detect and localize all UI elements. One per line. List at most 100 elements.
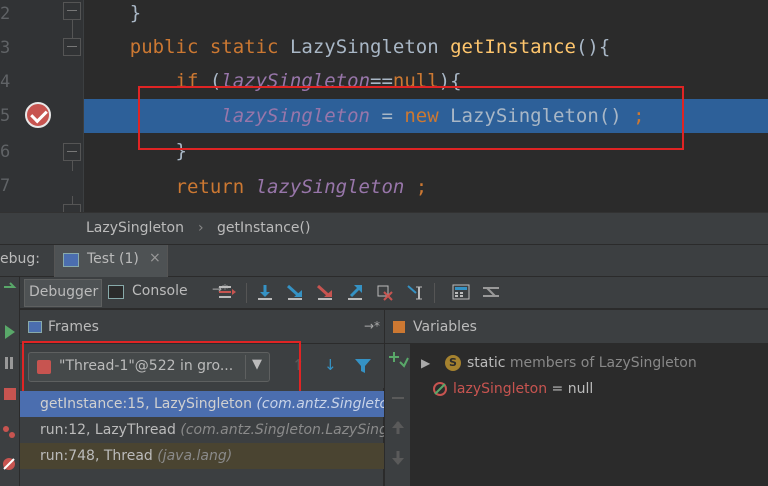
tab-console-label: Console (132, 283, 188, 299)
frame-package: (com.antz.Singleton.LazySingleton) (180, 422, 384, 438)
debug-side-actions (0, 277, 20, 486)
variable-name: lazySingleton (453, 381, 548, 397)
variable-entry: lazySingleton = null (453, 376, 593, 402)
code-line[interactable]: } (84, 0, 768, 30)
move-down-icon (392, 451, 404, 465)
frame-method: getInstance:15, LazySingleton (40, 396, 257, 412)
next-frame-icon[interactable]: ↓ (324, 358, 337, 373)
resume-icon (5, 325, 15, 339)
line-number: 6 (0, 142, 11, 162)
fold-start-icon[interactable] (63, 196, 81, 212)
breadcrumb-separator: › (198, 220, 204, 236)
frame-method: run:12, LazyThread (40, 422, 181, 438)
chevron-down-icon: ▼ (252, 357, 262, 372)
debug-tool-window-header: ebug: Test (1) × (0, 244, 768, 277)
code-editor[interactable]: 2 3 4 5 6 7 } public static LazySingleto… (0, 0, 768, 212)
fold-end-icon[interactable] (63, 2, 81, 30)
line-number: 7 (0, 176, 11, 196)
tab-label: Test (1) (87, 251, 139, 267)
fold-start-icon[interactable] (63, 30, 81, 56)
code-token: = (370, 105, 405, 127)
code-line-current-execution[interactable]: lazySingleton = new LazySingleton() ; (84, 99, 768, 133)
frame-row[interactable]: getInstance:15, LazySingleton (com.antz.… (20, 391, 384, 417)
show-execution-point-icon[interactable] (216, 281, 238, 303)
tab-console[interactable]: Console →* (106, 279, 230, 307)
debug-window-label: ebug: (0, 251, 40, 267)
run-config-icon (63, 253, 79, 267)
breakpoint-icon[interactable] (25, 102, 51, 128)
step-over-icon[interactable] (254, 281, 276, 303)
trace-current-stream-icon[interactable] (480, 281, 502, 303)
frame-package: (com.antz.Singleton.LazySingleton) (256, 396, 384, 412)
debug-side-icons (3, 282, 17, 470)
frame-row[interactable]: run:12, LazyThread (com.antz.Singleton.L… (20, 417, 384, 443)
variables-panel: Variables ▶ S static members of LazySing… (385, 310, 768, 486)
step-out-icon[interactable] (344, 281, 366, 303)
frame-package: (java.lang) (157, 448, 233, 464)
code-token: ; (633, 105, 645, 127)
variable-row-static-members[interactable]: ▶ S static members of LazySingleton (411, 350, 768, 376)
tab-debugger-label: Debugger (29, 284, 99, 300)
thread-bar: "Thread-1"@522 in gro... ▼ ↑ ↓ (20, 344, 384, 388)
variable-value: = null (547, 381, 594, 397)
expand-arrow-icon[interactable]: ▶ (421, 350, 430, 376)
tab-debugger[interactable]: Debugger (24, 279, 102, 307)
variable-row[interactable]: lazySingleton = null (411, 376, 768, 402)
filter-icon[interactable] (354, 358, 372, 374)
frame-row[interactable]: run:748, Thread (java.lang) (20, 443, 384, 469)
code-token: null (392, 70, 439, 92)
view-breakpoints-icon (3, 426, 15, 438)
code-token: lazySingleton (221, 70, 371, 92)
mute-breakpoints-icon (3, 458, 15, 470)
code-token: getInstance (450, 36, 576, 58)
fold-end-icon[interactable] (63, 143, 81, 171)
frames-title: Frames (48, 319, 99, 335)
line-number: 2 (0, 4, 11, 24)
code-line[interactable]: } (84, 134, 768, 168)
code-line[interactable]: if (lazySingleton==null){ (84, 64, 768, 98)
static-keyword: static (467, 355, 506, 371)
close-icon[interactable]: × (149, 250, 161, 266)
breadcrumb-item-method[interactable]: getInstance() (217, 220, 310, 236)
move-up-icon (392, 421, 404, 434)
thread-selector[interactable]: "Thread-1"@522 in gro... ▼ (28, 352, 270, 382)
code-token: } (175, 140, 187, 162)
code-token: == (370, 70, 393, 92)
frames-header: Frames →* (20, 310, 384, 344)
code-line[interactable]: public static LazySingleton getInstance(… (84, 30, 768, 64)
code-token: ){ (438, 70, 462, 92)
code-token: lazySingleton (255, 176, 405, 198)
force-step-into-icon[interactable] (314, 281, 336, 303)
previous-frame-icon[interactable]: ↑ (292, 358, 305, 373)
new-watch-icon (389, 352, 409, 368)
static-members-text: members of LazySingleton (505, 355, 697, 371)
evaluate-expression-icon[interactable] (450, 281, 472, 303)
variables-side-actions (385, 344, 411, 486)
drop-frame-icon[interactable] (374, 281, 396, 303)
toolbar-separator (246, 283, 247, 303)
code-line[interactable]: return lazySingleton ; (84, 170, 768, 204)
code-token: public (129, 36, 199, 58)
code-token: new (404, 105, 439, 127)
debugger-toolbar: Debugger Console →* (20, 277, 768, 309)
variables-icon (393, 321, 405, 333)
variables-side-icons (389, 352, 409, 465)
variable-label: static members of LazySingleton (467, 350, 697, 376)
breadcrumb-item-class[interactable]: LazySingleton (86, 220, 184, 236)
run-to-cursor-icon[interactable] (404, 281, 426, 303)
stop-icon (4, 388, 16, 400)
code-token: return (175, 176, 245, 198)
step-into-icon[interactable] (284, 281, 306, 303)
code-token: lazySingleton (221, 105, 370, 127)
code-token: ( (198, 70, 222, 92)
tab-test-run[interactable]: Test (1) × (54, 245, 168, 277)
code-token: if (175, 70, 199, 92)
pin-panel-icon[interactable]: →* (364, 319, 380, 333)
frames-panel: Frames →* "Thread-1"@522 in gro... ▼ ↑ ↓… (20, 310, 384, 486)
editor-gutter[interactable]: 2 3 4 5 6 7 (0, 0, 84, 212)
thread-selected-value: "Thread-1"@522 in gro... (59, 358, 234, 374)
variables-title: Variables (413, 319, 477, 335)
